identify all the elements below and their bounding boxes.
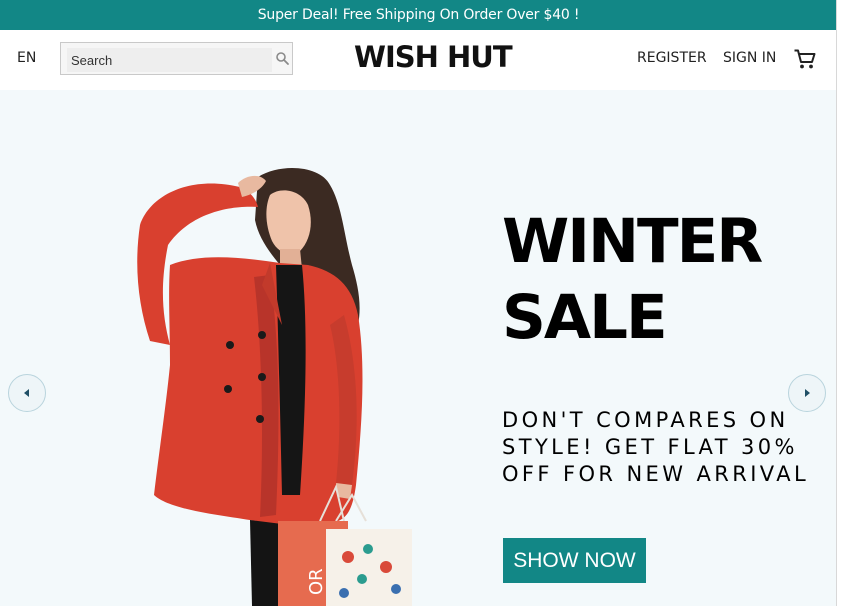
search-button[interactable]: [273, 49, 293, 69]
hero-banner: OR WINTER SALE DON'T COMPARES ON STYLE! …: [0, 90, 837, 606]
carousel-next-button[interactable]: [788, 374, 826, 412]
language-selector[interactable]: EN: [17, 50, 36, 66]
brand-logo[interactable]: WISH HUT: [354, 40, 513, 74]
bag-print-text: OR: [306, 568, 327, 595]
hero-title: WINTER SALE: [502, 204, 763, 356]
caret-right-icon: [805, 389, 810, 397]
navbar: EN WISH HUT REGISTER SIGN IN: [0, 30, 837, 90]
announcement-text: Super Deal! Free Shipping On Order Over …: [257, 7, 580, 23]
page: Super Deal! Free Shipping On Order Over …: [0, 0, 837, 606]
hero-description: DON'T COMPARES ON STYLE! GET FLAT 30% OF…: [502, 407, 810, 488]
hero-title-line-2: SALE: [502, 282, 668, 353]
announcement-bar: Super Deal! Free Shipping On Order Over …: [0, 0, 837, 30]
hero-model-image: OR: [137, 167, 412, 606]
shopping-cart-icon: [794, 49, 816, 69]
hero-title-line-1: WINTER: [502, 206, 763, 277]
carousel-prev-button[interactable]: [8, 374, 46, 412]
hero-description-line-2: STYLE! GET FLAT 30%: [502, 435, 798, 459]
caret-left-icon: [24, 389, 29, 397]
register-link[interactable]: REGISTER: [637, 50, 707, 66]
search-icon: [276, 52, 289, 65]
sign-in-link[interactable]: SIGN IN: [723, 50, 776, 66]
page-scrollbar[interactable]: [836, 0, 841, 606]
show-now-button[interactable]: SHOW NOW: [503, 538, 646, 583]
hero-description-line-3: OFF FOR NEW ARRIVAL: [502, 462, 810, 486]
hero-description-line-1: DON'T COMPARES ON: [502, 408, 789, 432]
search-form: [60, 42, 293, 75]
cart-button[interactable]: [793, 47, 817, 71]
search-input[interactable]: [67, 48, 272, 72]
